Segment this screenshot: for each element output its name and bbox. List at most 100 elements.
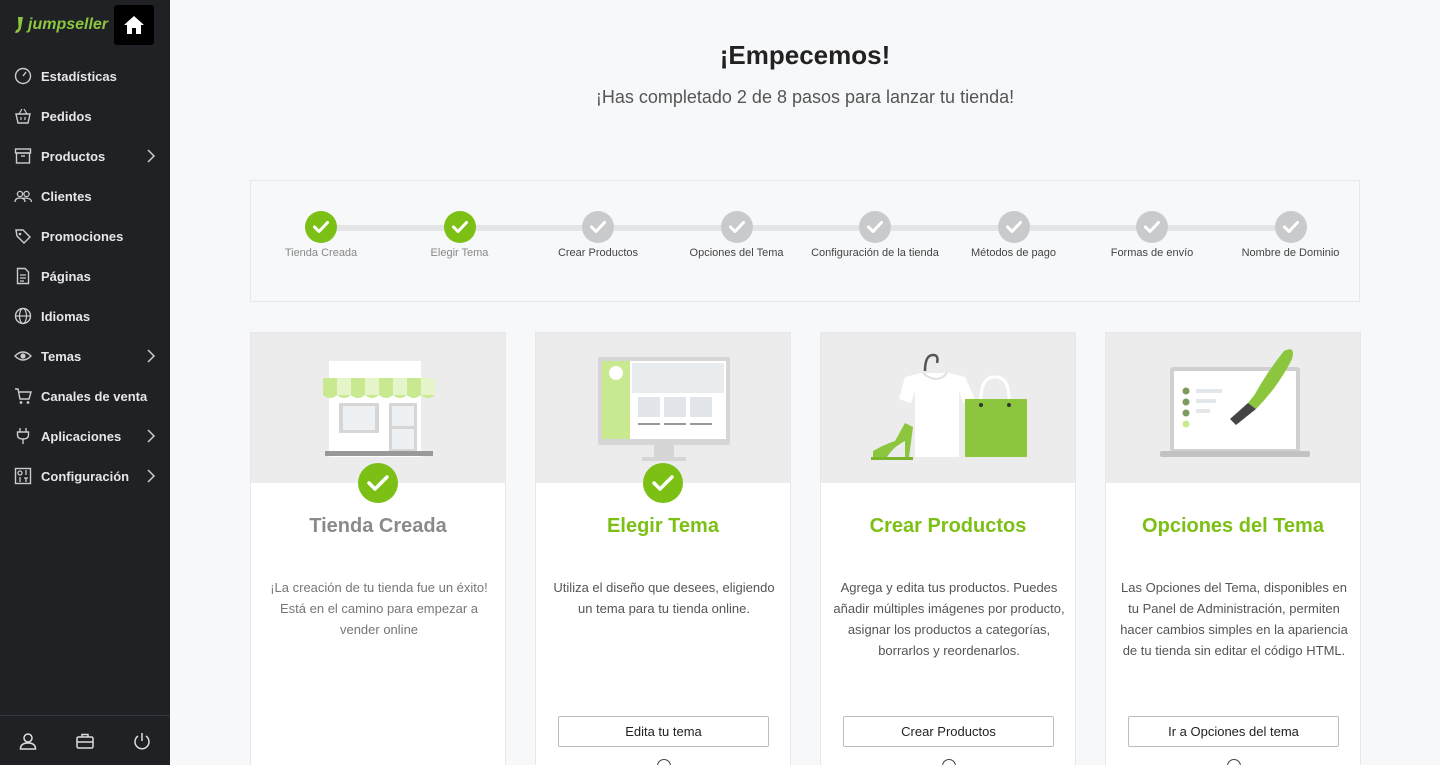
- basket-icon: [12, 105, 34, 127]
- storefront-icon: [323, 361, 435, 457]
- page-subtitle: ¡Has completado 2 de 8 pasos para lanzar…: [595, 87, 1015, 107]
- logout-button[interactable]: [122, 721, 162, 761]
- info-icon[interactable]: [1227, 759, 1241, 765]
- card-description: Agrega y edita tus productos. Puedes aña…: [833, 580, 1065, 658]
- progress-step[interactable]: Crear Productos: [533, 211, 663, 259]
- cart-icon: [12, 385, 34, 407]
- sidebar-item-label: Promociones: [41, 228, 124, 244]
- home-icon: [124, 16, 144, 34]
- home-button[interactable]: [114, 5, 154, 45]
- step-check: [1136, 211, 1168, 243]
- progress-step[interactable]: Tienda Creada: [256, 211, 386, 259]
- sidebar-item-canales-de-venta[interactable]: Canales de venta: [0, 376, 170, 416]
- power-icon: [133, 732, 150, 749]
- account-button[interactable]: [8, 721, 48, 761]
- progress-step[interactable]: Elegir Tema: [395, 211, 525, 259]
- sidebar-item-clientes[interactable]: Clientes: [0, 176, 170, 216]
- card-check: [358, 463, 398, 503]
- checkmark-icon: [652, 475, 674, 491]
- card-title: Opciones del Tema: [1142, 515, 1324, 537]
- sidebar-item-label: Configuración: [41, 468, 130, 484]
- sidebar-item-label: Productos: [41, 148, 106, 164]
- progress-step[interactable]: Formas de envío: [1087, 211, 1217, 259]
- card-description: Utiliza el diseño que desees, eligiendo …: [553, 580, 775, 616]
- onboarding-cards: Tienda Creada ¡La creación de tu tienda …: [250, 332, 1362, 765]
- checkmark-icon: [1144, 221, 1160, 233]
- step-check: [720, 211, 753, 243]
- chevron-right-icon: [147, 349, 156, 363]
- checkmark-icon: [451, 221, 468, 233]
- briefcase-icon: [76, 733, 94, 749]
- globe-icon: [12, 305, 34, 327]
- tags-icon: [12, 225, 34, 247]
- chevron-right-icon: [147, 469, 156, 483]
- sidebar-item-productos[interactable]: Productos: [0, 136, 170, 176]
- sidebar-footer: [0, 715, 170, 765]
- monitor-theme-icon: [598, 357, 730, 461]
- sidebar-item-promociones[interactable]: Promociones: [0, 216, 170, 256]
- step-label: Crear Productos: [557, 247, 639, 259]
- progress-step[interactable]: Métodos de pago: [949, 211, 1079, 259]
- main-content: ¡Empecemos! ¡Has completado 2 de 8 pasos…: [170, 0, 1440, 765]
- brand-row: jumpseller: [0, 0, 170, 50]
- settings-panel-icon: [12, 465, 34, 487]
- progress-step[interactable]: Nombre de Dominio: [1226, 211, 1356, 259]
- chevron-right-icon: [147, 429, 156, 443]
- sidebar-item-aplicaciones[interactable]: Aplicaciones: [0, 416, 170, 456]
- step-label: Nombre de Dominio: [1241, 247, 1340, 259]
- stores-button[interactable]: [65, 721, 105, 761]
- checkmark-icon: [728, 221, 745, 233]
- progress-step[interactable]: Configuración de la tienda: [810, 211, 940, 259]
- step-check: [305, 211, 337, 243]
- step-check: [859, 211, 891, 243]
- checkmark-icon: [367, 475, 389, 491]
- products-icon: [871, 353, 1027, 460]
- info-icon[interactable]: [942, 759, 956, 765]
- laptop-brush-icon: [1160, 349, 1310, 457]
- sidebar-item-label: Idiomas: [41, 308, 91, 324]
- chevron-right-icon: [147, 149, 156, 163]
- sidebar-item-pedidos[interactable]: Pedidos: [0, 96, 170, 136]
- card-illustration: [1106, 333, 1360, 483]
- checkmark-icon: [867, 221, 883, 233]
- info-icon[interactable]: [657, 759, 671, 765]
- sidebar-item-estadisticas[interactable]: Estadísticas: [0, 56, 170, 96]
- step-label: Métodos de pago: [970, 247, 1056, 259]
- users-icon: [12, 185, 34, 207]
- jumpseller-logo[interactable]: jumpseller: [14, 16, 108, 34]
- sidebar-item-label: Pedidos: [41, 108, 92, 124]
- edit-theme-button[interactable]: Edita tu tema: [558, 716, 769, 747]
- card-title: Crear Productos: [869, 515, 1027, 537]
- theme-options-button[interactable]: Ir a Opciones del tema: [1128, 716, 1339, 747]
- sidebar-item-paginas[interactable]: Páginas: [0, 256, 170, 296]
- step-label: Elegir Tema: [430, 247, 489, 259]
- step-check: [997, 211, 1030, 243]
- sidebar-item-idiomas[interactable]: Idiomas: [0, 296, 170, 336]
- create-products-button[interactable]: Crear Productos: [843, 716, 1054, 747]
- card-description: Las Opciones del Tema, disponibles en tu…: [1120, 580, 1348, 658]
- checkmark-icon: [1282, 221, 1299, 233]
- sidebar-item-label: Aplicaciones: [41, 428, 122, 444]
- card-illustration: [536, 333, 790, 503]
- card-description: ¡La creación de tu tienda fue un éxito! …: [270, 580, 488, 637]
- card-illustration: [251, 333, 505, 503]
- step-card: Elegir Tema Utiliza el diseño que desees…: [535, 332, 791, 765]
- step-label: Configuración de la tienda: [811, 247, 939, 259]
- sidebar-item-label: Canales de venta: [41, 388, 148, 404]
- step-check: [443, 211, 476, 243]
- card-illustration: [821, 333, 1075, 483]
- step-card: Crear Productos Agrega y edita tus produ…: [820, 332, 1076, 765]
- card-check: [643, 463, 683, 503]
- sidebar-item-configuracion[interactable]: Configuración: [0, 456, 170, 496]
- step-check: [582, 211, 614, 243]
- sidebar-item-label: Clientes: [41, 188, 92, 204]
- sidebar-item-temas[interactable]: Temas: [0, 336, 170, 376]
- checkmark-icon: [1005, 221, 1022, 233]
- sidebar-item-label: Temas: [41, 348, 82, 364]
- progress-step[interactable]: Opciones del Tema: [672, 211, 802, 259]
- sidebar-nav: Estadísticas Pedidos Productos Clientes Prom…: [0, 56, 170, 496]
- step-check: [1274, 211, 1307, 243]
- sidebar: jumpseller Estadísticas Pedidos Productos C…: [0, 0, 170, 765]
- brand-name: jumpseller: [28, 16, 109, 33]
- sidebar-item-label: Estadísticas: [41, 68, 117, 84]
